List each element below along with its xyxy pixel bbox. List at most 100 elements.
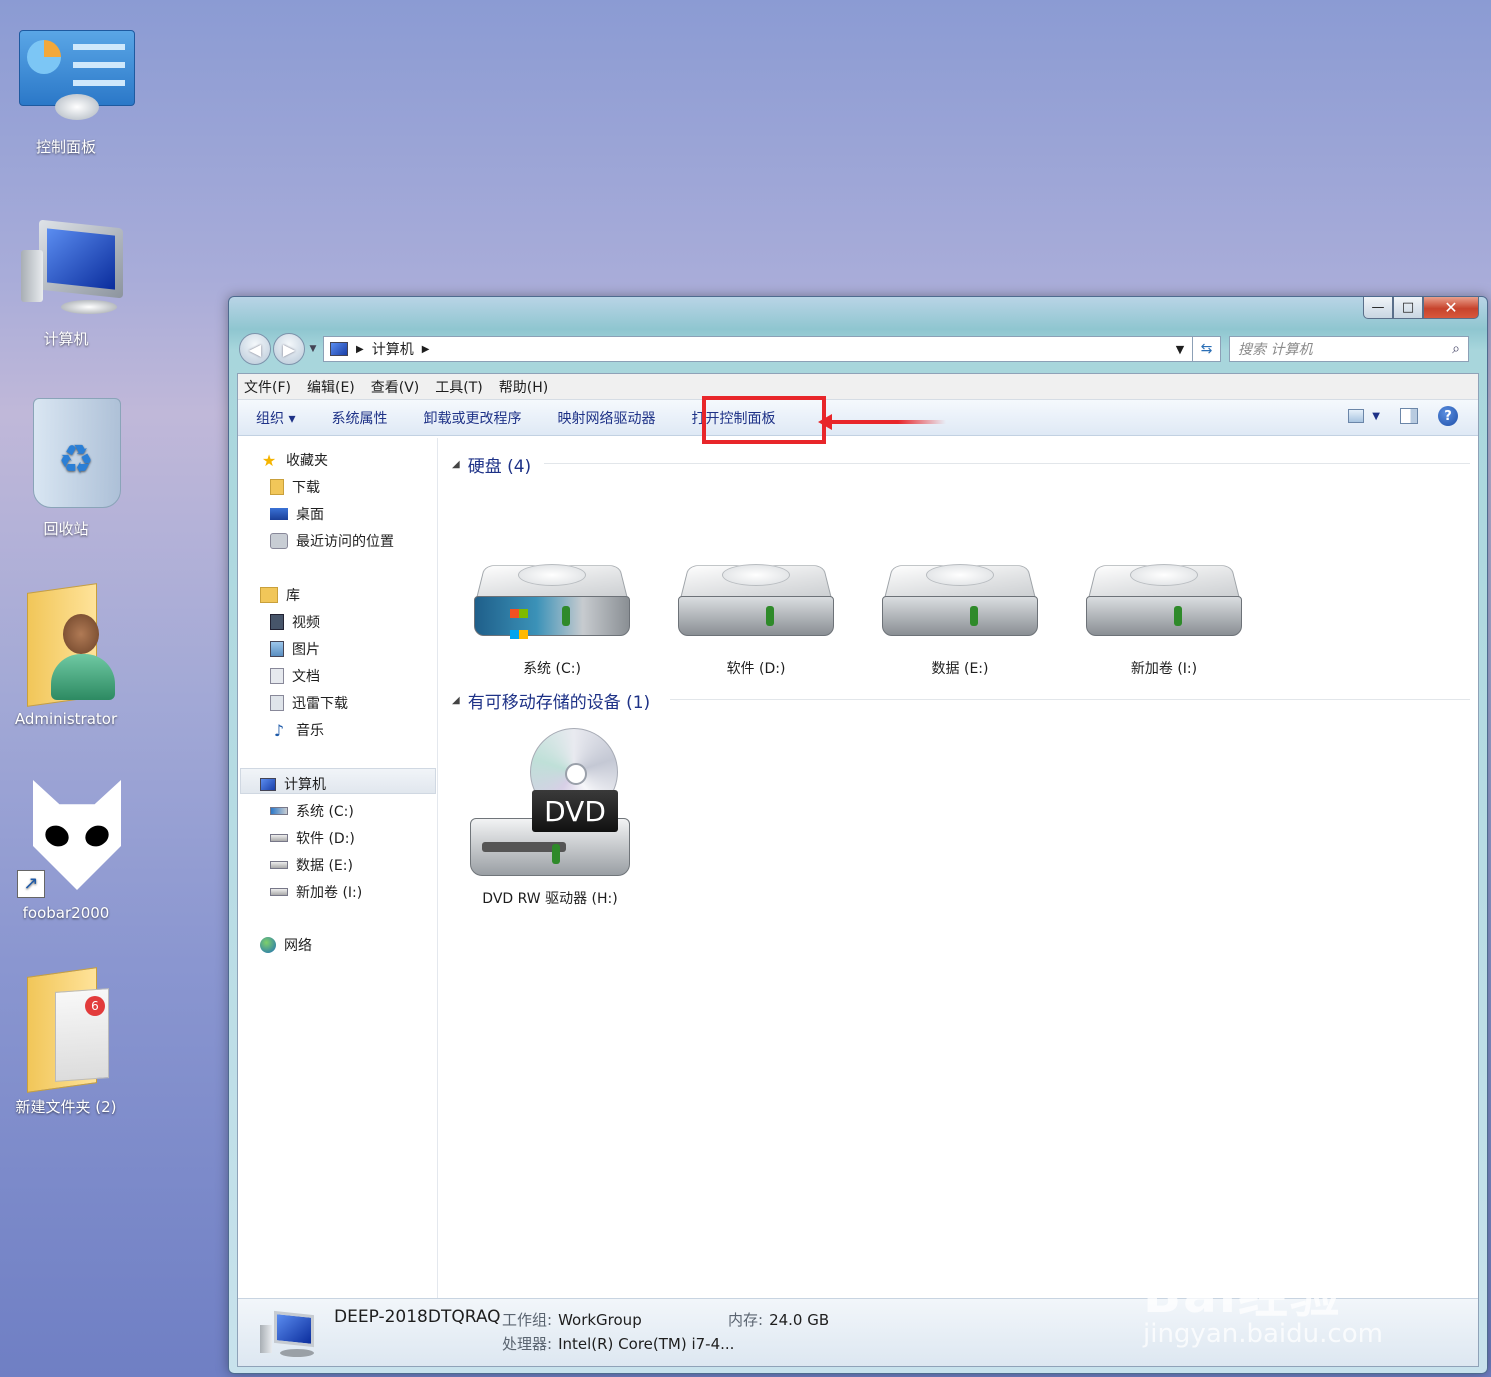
window-controls: — □ ✕ — [1363, 297, 1479, 319]
highlight-box — [702, 396, 826, 444]
desktop-icon-computer[interactable]: 计算机 — [0, 219, 132, 349]
nav-label: 音乐 — [296, 723, 324, 739]
computer-icon — [11, 219, 123, 322]
menu-edit[interactable]: 编辑(E) — [307, 377, 355, 397]
maximize-button[interactable]: □ — [1393, 297, 1423, 319]
windows-logo-icon — [510, 602, 528, 644]
breadcrumb-separator-icon[interactable]: ▶ — [422, 344, 430, 355]
hard-drive-icon — [270, 834, 288, 842]
drive-item-h[interactable]: DVD DVD RW 驱动器 (H:) — [460, 728, 640, 908]
menu-help[interactable]: 帮助(H) — [499, 377, 548, 397]
nav-label: 数据 (E:) — [296, 858, 353, 874]
drive-label: 系统 (C:) — [523, 661, 581, 677]
refresh-button[interactable]: ⇆ — [1193, 336, 1221, 362]
nav-label: 新加卷 (I:) — [296, 885, 363, 901]
nav-label: 计算机 — [284, 777, 326, 793]
drive-item-c[interactable]: 系统 (C:) — [462, 560, 642, 678]
desktop-icon-foobar[interactable]: ↗ foobar2000 — [0, 780, 132, 922]
desktop-icon-recycle-bin[interactable]: ♻ 回收站 — [0, 394, 132, 539]
hard-drive-icon — [678, 560, 834, 644]
arrow-right-icon: ▶ — [282, 339, 296, 359]
drive-label: DVD RW 驱动器 (H:) — [482, 891, 618, 907]
nav-music[interactable]: ♪ 音乐 — [270, 720, 324, 740]
library-icon — [260, 587, 278, 603]
drive-item-e[interactable]: 数据 (E:) — [870, 560, 1050, 678]
command-bar: 组织 ▾ 系统属性 卸载或更改程序 映射网络驱动器 打开控制面板 ▼ ? — [238, 396, 1478, 444]
forward-button[interactable]: ▶ — [273, 333, 305, 365]
shortcut-arrow-icon: ↗ — [17, 870, 45, 898]
search-icon[interactable]: ⌕ — [1452, 341, 1460, 357]
explorer-window: — □ ✕ ◀ ▶ ▼ ▶ 计算机 ▶ ▼ ⇆ 搜索 计算机 ⌕ 文件(F) 编… — [228, 296, 1488, 1374]
baidu-watermark: Bai经验 jingyan.baidu.com — [1143, 1215, 1413, 1349]
nav-label: 下载 — [292, 480, 320, 496]
nav-drive-c[interactable]: 系统 (C:) — [270, 801, 354, 821]
drive-item-d[interactable]: 软件 (D:) — [666, 560, 846, 678]
nav-label: 迅雷下载 — [292, 696, 348, 712]
nav-downloads[interactable]: 下载 — [270, 477, 320, 497]
nav-thunder[interactable]: 迅雷下载 — [270, 693, 348, 713]
hard-drive-icon — [882, 560, 1038, 644]
nav-drive-e[interactable]: 数据 (E:) — [270, 855, 353, 875]
picture-library-icon — [270, 641, 284, 657]
processor-info: 处理器: Intel(R) Core(TM) i7-4... — [502, 1335, 735, 1353]
back-button[interactable]: ◀ — [239, 333, 271, 365]
menu-view[interactable]: 查看(V) — [371, 377, 420, 397]
organize-button[interactable]: 组织 ▾ — [256, 408, 295, 428]
system-drive-icon — [270, 807, 288, 815]
memory-info: 内存: 24.0 GB — [728, 1311, 830, 1329]
red-arrow-annotation — [818, 414, 946, 430]
nav-desktop[interactable]: 桌面 — [270, 504, 324, 524]
change-view-icon[interactable] — [1348, 409, 1365, 423]
nav-label: 系统 (C:) — [296, 804, 354, 820]
nav-label: 软件 (D:) — [296, 831, 355, 847]
drive-label: 软件 (D:) — [726, 661, 786, 677]
nav-documents[interactable]: 文档 — [270, 666, 320, 686]
menu-tools[interactable]: 工具(T) — [435, 377, 482, 397]
menu-file[interactable]: 文件(F) — [244, 377, 291, 397]
desktop-icon-label: Administrator — [14, 710, 118, 728]
desktop-icon-new-folder[interactable]: 6 新建文件夹 (2) — [0, 967, 132, 1117]
search-placeholder: 搜索 计算机 — [1238, 342, 1313, 358]
desktop-icon-administrator[interactable]: Administrator — [0, 583, 132, 728]
recent-pages-dropdown[interactable]: ▼ — [307, 344, 319, 354]
minimize-button[interactable]: — — [1363, 297, 1393, 319]
breadcrumb-separator-icon: ▶ — [356, 343, 364, 355]
help-icon[interactable]: ? — [1438, 406, 1458, 426]
nav-libraries[interactable]: 库 — [260, 585, 300, 605]
search-input[interactable]: 搜索 计算机 ⌕ — [1229, 336, 1469, 362]
drive-item-i[interactable]: 新加卷 (I:) — [1074, 560, 1254, 678]
dvd-label: DVD — [532, 790, 618, 832]
computer-small-icon — [330, 342, 348, 356]
desktop-icon-label: 计算机 — [43, 330, 89, 348]
nav-computer[interactable]: 计算机 — [260, 774, 326, 794]
group-header-removable[interactable]: ◢ 有可移动存储的设备 (1) — [452, 688, 650, 713]
nav-videos[interactable]: 视频 — [270, 612, 320, 632]
address-bar[interactable]: ▶ 计算机 ▶ ▼ — [323, 336, 1193, 362]
computer-small-icon — [260, 777, 276, 791]
nav-drive-d[interactable]: 软件 (D:) — [270, 828, 355, 848]
system-properties-button[interactable]: 系统属性 — [331, 408, 387, 428]
desktop-icon-control-panel[interactable]: 控制面板 — [0, 30, 135, 157]
nav-pictures[interactable]: 图片 — [270, 639, 320, 659]
downloads-folder-icon — [270, 479, 284, 495]
collapse-triangle-icon[interactable]: ◢ — [452, 695, 460, 706]
group-header-hard-disks[interactable]: ◢ 硬盘 (4) — [452, 452, 531, 477]
nav-drive-i[interactable]: 新加卷 (I:) — [270, 882, 362, 902]
preview-pane-icon[interactable] — [1400, 408, 1418, 424]
uninstall-button[interactable]: 卸载或更改程序 — [423, 408, 521, 428]
desktop-icon — [270, 508, 288, 520]
watermark-sub: jingyan.baidu.com — [1143, 1319, 1383, 1349]
breadcrumb-computer[interactable]: 计算机 — [372, 339, 414, 359]
group-title: 有可移动存储的设备 (1) — [467, 693, 651, 713]
computer-icon — [260, 1310, 318, 1357]
nav-network[interactable]: 网络 — [260, 935, 312, 955]
nav-favorites[interactable]: ★ 收藏夹 — [260, 450, 328, 470]
close-button[interactable]: ✕ — [1423, 297, 1479, 319]
nav-recent[interactable]: 最近访问的位置 — [270, 531, 394, 551]
computer-name: DEEP-2018DTQRAQ — [334, 1307, 501, 1327]
address-dropdown-icon[interactable]: ▼ — [1168, 343, 1192, 356]
view-dropdown-icon[interactable]: ▼ — [1372, 411, 1380, 422]
map-network-drive-button[interactable]: 映射网络驱动器 — [557, 408, 655, 428]
collapse-triangle-icon[interactable]: ◢ — [452, 459, 460, 470]
network-globe-icon — [260, 937, 276, 953]
